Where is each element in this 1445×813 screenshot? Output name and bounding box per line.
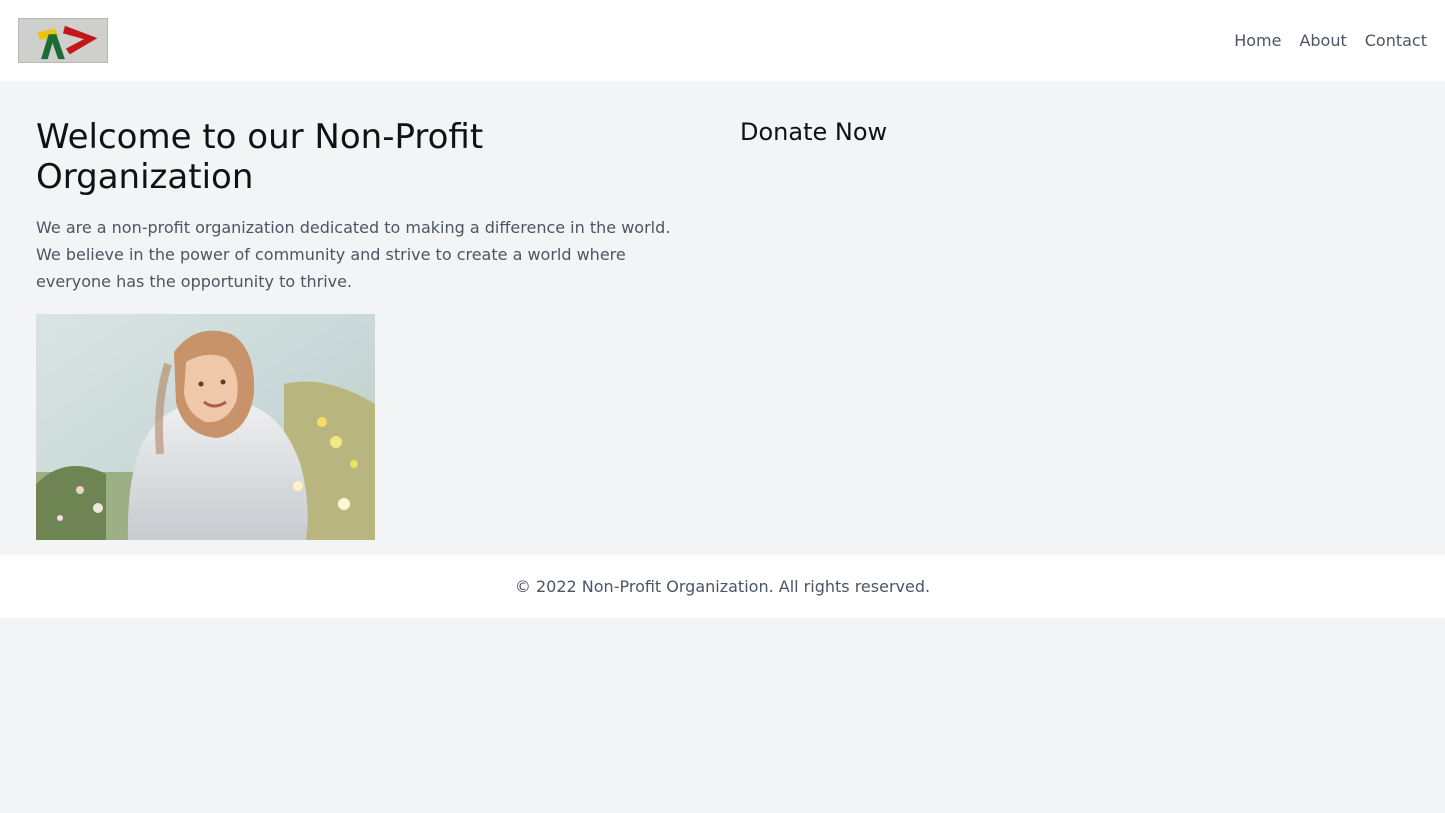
main-content: Welcome to our Non-Profit Organization W… bbox=[0, 81, 1445, 555]
intro-paragraph: We are a non-profit organization dedicat… bbox=[36, 218, 671, 291]
site-footer: © 2022 Non-Profit Organization. All righ… bbox=[0, 555, 1445, 618]
nav-link-contact[interactable]: Contact bbox=[1365, 31, 1427, 50]
nav-link-about[interactable]: About bbox=[1299, 31, 1346, 50]
site-header: Home About Contact bbox=[0, 0, 1445, 81]
main-navigation: Home About Contact bbox=[1234, 31, 1427, 50]
donate-section: Donate Now bbox=[740, 117, 1409, 555]
nav-link-home[interactable]: Home bbox=[1234, 31, 1281, 50]
copyright-text: © 2022 Non-Profit Organization. All righ… bbox=[514, 577, 931, 596]
organization-logo[interactable] bbox=[18, 18, 108, 63]
welcome-section: Welcome to our Non-Profit Organization W… bbox=[36, 117, 688, 555]
hero-photo bbox=[36, 314, 375, 540]
donate-heading: Donate Now bbox=[740, 118, 888, 146]
page-title: Welcome to our Non-Profit Organization bbox=[36, 117, 484, 197]
